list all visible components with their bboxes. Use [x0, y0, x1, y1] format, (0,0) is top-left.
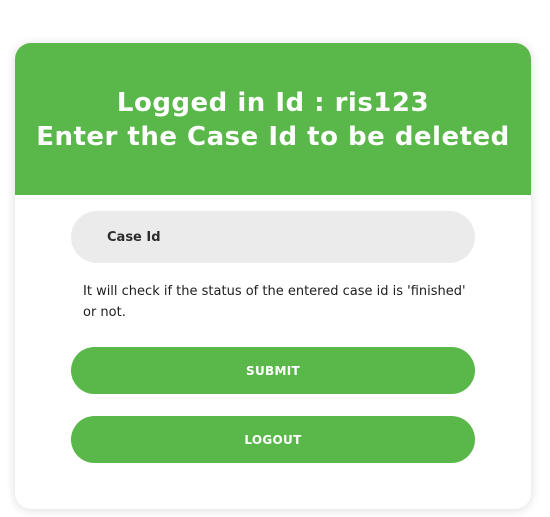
page: Logged in Id : ris123 Enter the Case Id … — [0, 0, 550, 517]
logout-button[interactable]: LOGOUT — [71, 416, 475, 463]
submit-button[interactable]: SUBMIT — [71, 347, 475, 394]
case-id-input[interactable] — [71, 211, 475, 263]
card-header: Logged in Id : ris123 Enter the Case Id … — [15, 43, 531, 195]
page-title: Enter the Case Id to be deleted — [36, 122, 510, 152]
info-text: It will check if the status of the enter… — [83, 284, 466, 320]
logged-in-id-text: Logged in Id : ris123 — [116, 88, 430, 118]
delete-case-card: Logged in Id : ris123 Enter the Case Id … — [15, 43, 531, 509]
